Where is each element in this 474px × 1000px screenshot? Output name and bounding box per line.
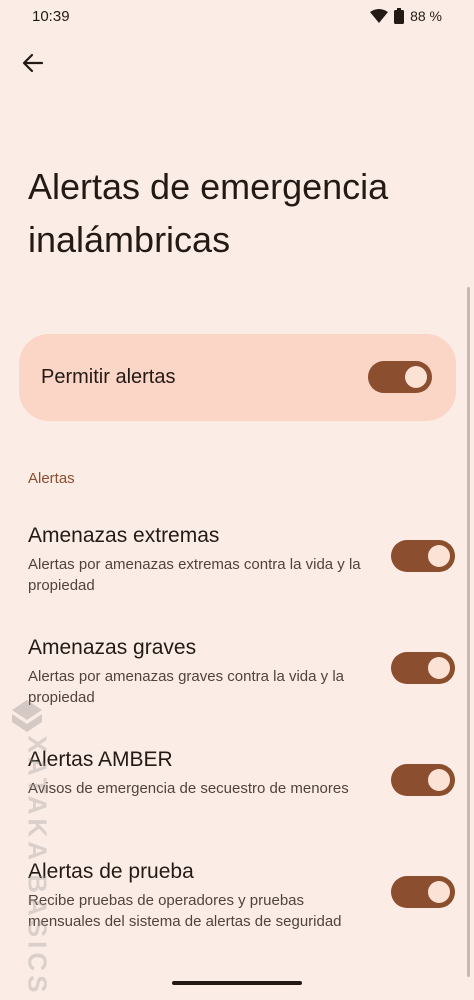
back-button[interactable] — [16, 48, 50, 82]
status-icons: 88 % — [370, 8, 442, 24]
main-switch-toggle[interactable] — [368, 361, 432, 393]
pref-summary: Alertas por amenazas extremas contra la … — [28, 556, 361, 594]
section-header-alertas: Alertas — [28, 470, 75, 487]
battery-icon — [394, 8, 405, 24]
main-switch-card[interactable]: Permitir alertas — [19, 334, 456, 421]
pref-item-amber-alerts[interactable]: Alertas AMBER Avisos de emergencia de se… — [0, 748, 474, 848]
test-alerts-toggle[interactable] — [391, 876, 455, 908]
watermark-logo-icon — [12, 700, 42, 732]
pref-title: Amenazas graves — [28, 636, 197, 659]
pref-item-severe-threats[interactable]: Amenazas graves Alertas por amenazas gra… — [0, 636, 474, 736]
watermark-text: XATAKA BASICS — [22, 735, 53, 997]
gesture-nav-handle[interactable] — [172, 981, 302, 985]
extreme-threats-toggle[interactable] — [391, 540, 455, 572]
amber-alerts-toggle[interactable] — [391, 764, 455, 796]
toggle-knob — [428, 545, 450, 567]
wifi-icon — [370, 9, 389, 23]
pref-summary: Avisos de emergencia de secuestro de men… — [28, 780, 349, 797]
pref-summary: Recibe pruebas de operadores y pruebas m… — [28, 892, 342, 930]
arrow-back-icon — [22, 52, 44, 79]
toggle-knob — [428, 769, 450, 791]
pref-summary: Alertas por amenazas graves contra la vi… — [28, 668, 344, 706]
toggle-knob — [428, 881, 450, 903]
pref-item-test-alerts[interactable]: Alertas de prueba Recibe pruebas de oper… — [0, 860, 474, 960]
main-switch-label: Permitir alertas — [41, 366, 176, 388]
pref-title: Amenazas extremas — [28, 524, 220, 547]
watermark: XATAKA BASICS — [12, 700, 56, 996]
status-bar: 10:39 88 % — [0, 0, 474, 34]
scrollbar[interactable] — [467, 287, 470, 977]
page-title: Alertas de emergencia inalámbricas — [28, 166, 389, 260]
toggle-knob — [405, 366, 427, 388]
battery-percent: 88 % — [410, 8, 442, 24]
status-time: 10:39 — [32, 8, 70, 25]
severe-threats-toggle[interactable] — [391, 652, 455, 684]
pref-item-extreme-threats[interactable]: Amenazas extremas Alertas por amenazas e… — [0, 524, 474, 624]
toggle-knob — [428, 657, 450, 679]
